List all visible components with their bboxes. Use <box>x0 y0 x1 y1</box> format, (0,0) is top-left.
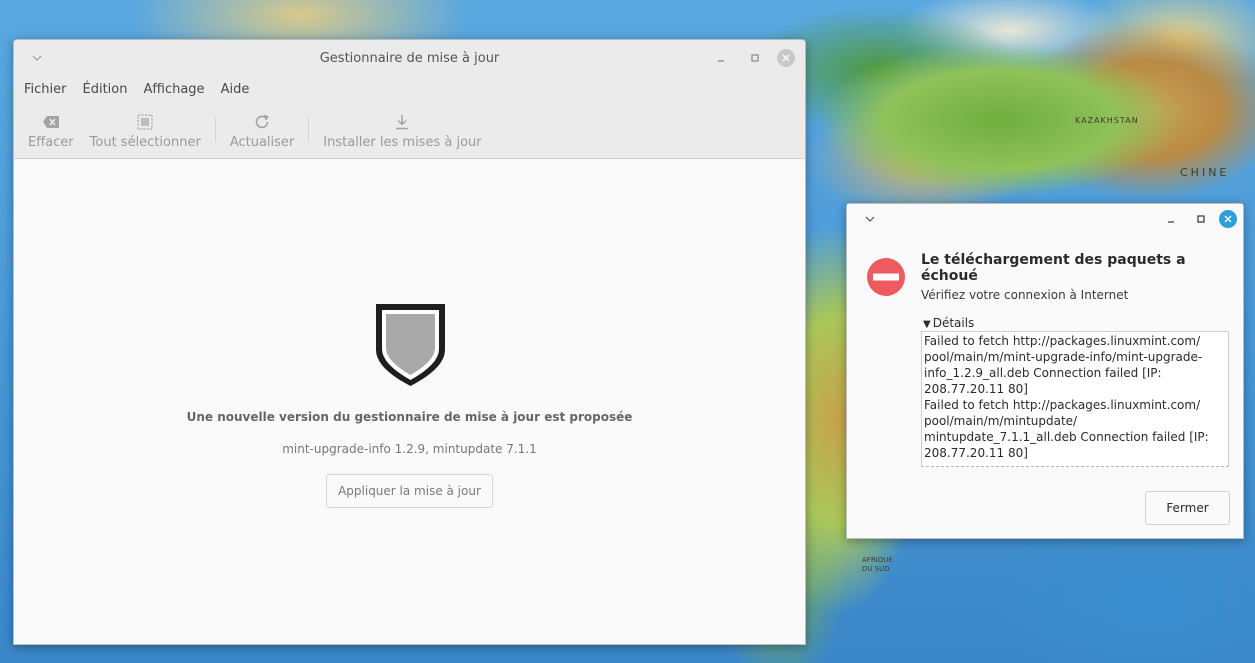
menubar: Fichier Édition Affichage Aide <box>14 76 805 102</box>
clear-label: Effacer <box>28 134 74 150</box>
main-content: Une nouvelle version du gestionnaire de … <box>14 160 805 644</box>
install-updates-button[interactable]: Installer les mises à jour <box>315 102 489 158</box>
refresh-label: Actualiser <box>229 134 295 150</box>
backspace-icon <box>42 111 60 133</box>
close-icon[interactable] <box>777 49 795 67</box>
details-text: Failed to fetch http://packages.linuxmin… <box>924 334 1209 460</box>
error-icon <box>867 258 905 296</box>
select-all-label: Tout sélectionner <box>89 134 201 150</box>
menu-affichage[interactable]: Affichage <box>143 82 204 97</box>
download-icon <box>394 111 410 133</box>
details-expander[interactable]: ▼ Détails <box>923 316 974 330</box>
select-all-button[interactable]: Tout sélectionner <box>82 102 209 158</box>
triangle-down-icon: ▼ <box>923 319 931 330</box>
menu-edition[interactable]: Édition <box>83 82 128 97</box>
dialog-maximize-icon[interactable] <box>1189 207 1213 231</box>
error-title: Le téléchargement des paquets a échoué <box>921 252 1186 284</box>
toolbar: Effacer Tout sélectionner Actualiser Ins… <box>14 102 805 159</box>
refresh-button[interactable]: Actualiser <box>222 102 302 158</box>
update-manager-window: Gestionnaire de mise à jour Fichier Édit… <box>13 39 806 645</box>
download-error-dialog: Le téléchargement des paquets a échoué V… <box>846 203 1244 539</box>
dialog-close-icon[interactable] <box>1219 210 1237 228</box>
menu-fichier[interactable]: Fichier <box>24 82 67 97</box>
window-title: Gestionnaire de mise à jour <box>319 50 500 66</box>
upgrade-versions: mint-upgrade-info 1.2.9, mintupdate 7.1.… <box>282 442 537 456</box>
details-label: Détails <box>932 316 975 330</box>
window-menu-chevron-down-icon[interactable] <box>28 49 46 67</box>
maximize-icon[interactable] <box>743 46 767 70</box>
menu-aide[interactable]: Aide <box>221 82 250 97</box>
toolbar-separator <box>308 118 310 142</box>
upgrade-heading: Une nouvelle version du gestionnaire de … <box>186 410 633 424</box>
install-updates-label: Installer les mises à jour <box>323 134 482 150</box>
clear-button[interactable]: Effacer <box>20 102 82 158</box>
error-message: Vérifiez votre connexion à Internet <box>921 288 1129 302</box>
select-all-icon <box>137 111 153 133</box>
dialog-titlebar[interactable] <box>847 204 1243 234</box>
close-dialog-button[interactable]: Fermer <box>1145 491 1230 525</box>
minimize-icon[interactable] <box>709 46 733 70</box>
refresh-icon <box>254 111 270 133</box>
main-titlebar[interactable]: Gestionnaire de mise à jour <box>14 40 805 76</box>
map-label-afrique: AFRIQUE DU SUD <box>862 556 893 573</box>
shield-icon <box>376 304 445 386</box>
map-label-chine: CHINE <box>1180 166 1230 179</box>
details-textview[interactable]: Failed to fetch http://packages.linuxmin… <box>921 331 1229 467</box>
dialog-minimize-icon[interactable] <box>1159 207 1183 231</box>
apply-update-button[interactable]: Appliquer la mise à jour <box>326 474 493 508</box>
map-label-kazakhstan: KAZAKHSTAN <box>1075 116 1139 125</box>
dialog-menu-chevron-down-icon[interactable] <box>861 210 879 228</box>
toolbar-separator <box>214 118 216 142</box>
